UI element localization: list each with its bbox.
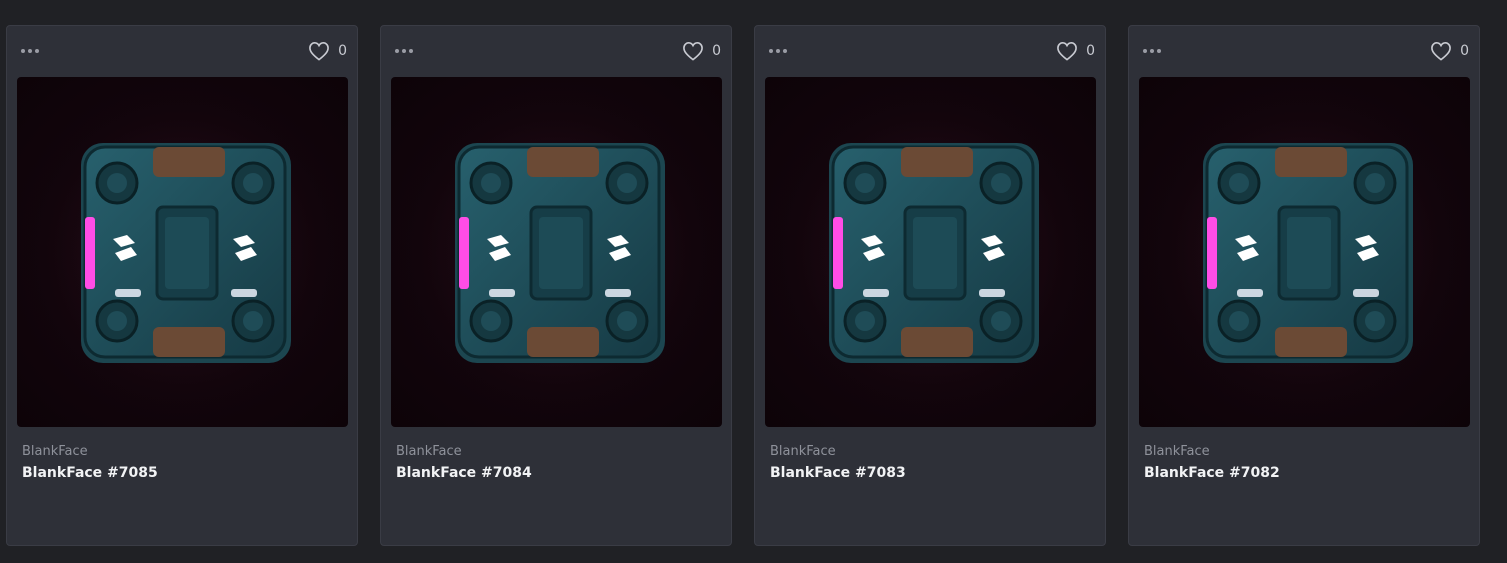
- loot-box-artwork: [391, 77, 722, 427]
- nft-image[interactable]: [17, 77, 348, 427]
- nft-name[interactable]: BlankFace #7084: [396, 465, 532, 481]
- nft-card[interactable]: 0: [6, 25, 358, 546]
- nft-image[interactable]: [391, 77, 722, 427]
- like-button[interactable]: 0: [682, 40, 721, 62]
- nft-card[interactable]: 0: [380, 25, 732, 546]
- loot-box-artwork: [765, 77, 1096, 427]
- collection-name[interactable]: BlankFace: [396, 444, 462, 459]
- card-header: 0: [7, 26, 357, 76]
- nft-grid: 0 BlankFace BlankFace #7085 0 BlankFace …: [0, 0, 1507, 563]
- heart-icon: [1057, 41, 1077, 61]
- nft-image[interactable]: [765, 77, 1096, 427]
- nft-name[interactable]: BlankFace #7082: [1144, 465, 1280, 481]
- collection-name[interactable]: BlankFace: [1144, 444, 1210, 459]
- collection-name[interactable]: BlankFace: [22, 444, 88, 459]
- like-button[interactable]: 0: [1056, 40, 1095, 62]
- heart-icon: [1431, 41, 1451, 61]
- card-header: 0: [755, 26, 1105, 76]
- nft-card[interactable]: 0: [754, 25, 1106, 546]
- card-header: 0: [1129, 26, 1479, 76]
- nft-image[interactable]: [1139, 77, 1470, 427]
- nft-name[interactable]: BlankFace #7085: [22, 465, 158, 481]
- like-count: 0: [338, 43, 347, 59]
- loot-box-artwork: [1139, 77, 1470, 427]
- more-options-icon[interactable]: [769, 44, 793, 58]
- nft-name[interactable]: BlankFace #7083: [770, 465, 906, 481]
- heart-icon: [683, 41, 703, 61]
- more-options-icon[interactable]: [21, 44, 45, 58]
- more-options-icon[interactable]: [395, 44, 419, 58]
- like-button[interactable]: 0: [308, 40, 347, 62]
- like-count: 0: [712, 43, 721, 59]
- heart-icon: [309, 41, 329, 61]
- like-button[interactable]: 0: [1430, 40, 1469, 62]
- like-count: 0: [1460, 43, 1469, 59]
- collection-name[interactable]: BlankFace: [770, 444, 836, 459]
- like-count: 0: [1086, 43, 1095, 59]
- card-header: 0: [381, 26, 731, 76]
- more-options-icon[interactable]: [1143, 44, 1167, 58]
- loot-box-artwork: [17, 77, 348, 427]
- nft-card[interactable]: 0: [1128, 25, 1480, 546]
